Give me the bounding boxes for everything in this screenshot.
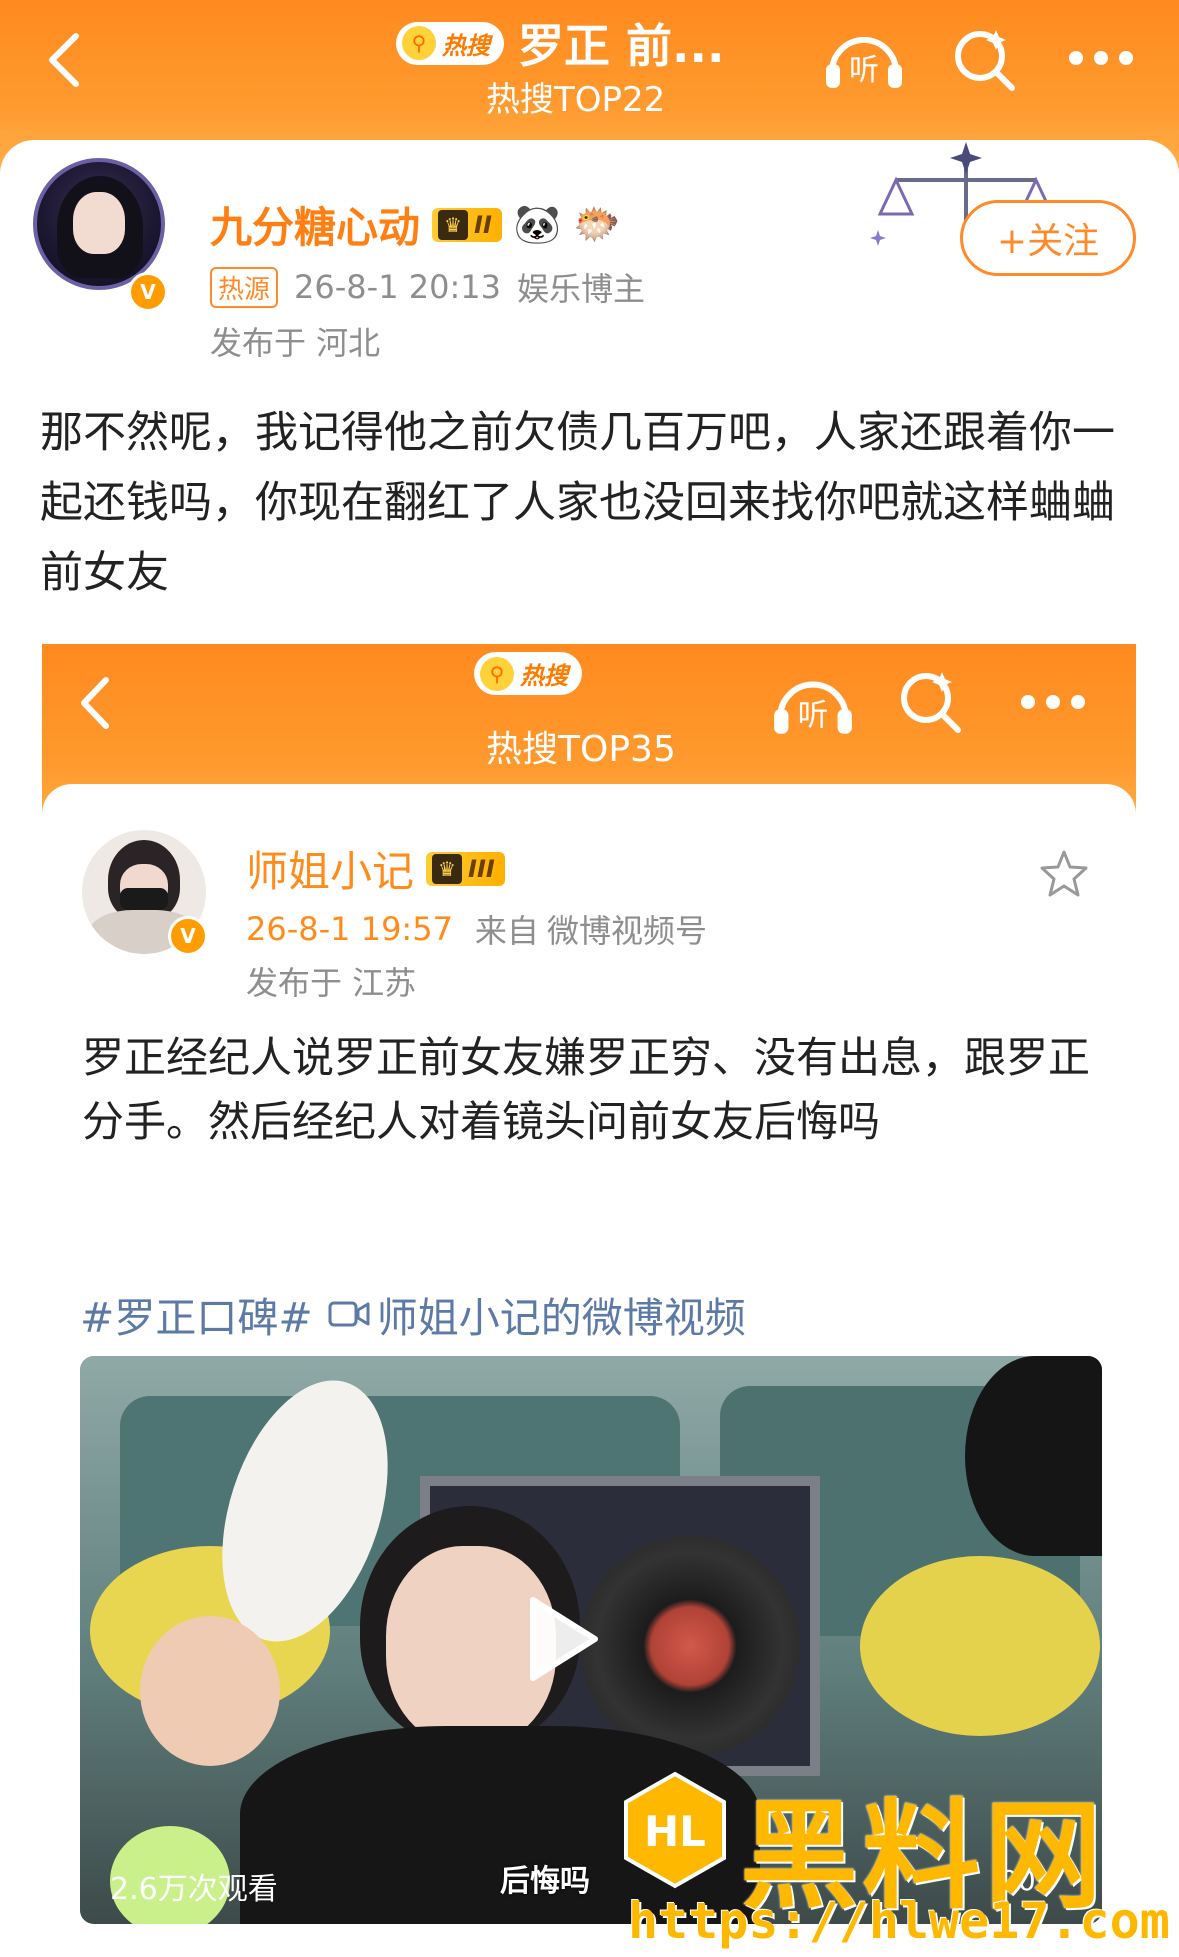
hot-rank-subtitle: 热搜TOP35 bbox=[486, 729, 676, 770]
hot-search-badge[interactable]: ⚲ 热搜 bbox=[396, 21, 504, 65]
hot-search-badge[interactable]: ⚲ 热搜 bbox=[474, 652, 582, 695]
page-title: 罗正 前... bbox=[518, 19, 725, 73]
listen-icon[interactable]: 听 bbox=[822, 20, 906, 94]
search-icon: ⚲ bbox=[402, 26, 436, 60]
video-caption: 后悔吗 bbox=[500, 1864, 590, 1899]
video-camera-icon bbox=[328, 1301, 370, 1327]
more-icon[interactable] bbox=[1066, 48, 1136, 68]
play-icon[interactable] bbox=[521, 1594, 601, 1684]
back-icon[interactable] bbox=[72, 674, 122, 732]
watermark-url: https://hlwe17.com bbox=[628, 1892, 1170, 1950]
post-meta-row: 26-8-1 19:57 来自 微博视频号 bbox=[246, 906, 707, 952]
brand-logo-icon: HL bbox=[624, 1771, 726, 1889]
post-location: 发布于 江苏 bbox=[246, 964, 417, 1002]
vip-level-badge: ♛ II bbox=[432, 207, 502, 242]
star-icon[interactable] bbox=[1038, 848, 1090, 900]
panda-icon: 🐼 bbox=[513, 202, 562, 246]
svg-text:HL: HL bbox=[644, 1807, 706, 1856]
verified-badge-icon: V bbox=[128, 272, 168, 312]
post-source[interactable]: 微博视频号 bbox=[547, 906, 707, 952]
crown-icon: ♛ bbox=[438, 209, 469, 240]
username[interactable]: 师姐小记 bbox=[246, 838, 414, 899]
author-category: 娱乐博主 bbox=[516, 270, 645, 308]
post-text: 罗正经纪人说罗正前女友嫌罗正穷、没有出息，跟罗正分手。然后经纪人对着镜头问前女友… bbox=[82, 1033, 1091, 1146]
source-prefix: 来自 bbox=[474, 912, 539, 950]
vip-level-badge: ♛ III bbox=[426, 851, 505, 886]
author-row: 师姐小记 ♛ III bbox=[246, 838, 505, 899]
source-tag: 热源 bbox=[210, 266, 279, 308]
search-icon[interactable] bbox=[952, 26, 1018, 92]
search-icon: ⚲ bbox=[480, 656, 514, 691]
person-hand bbox=[140, 1616, 280, 1766]
avatar-mask bbox=[120, 888, 168, 910]
post-meta-row: 热源 26-8-1 20:13 娱乐博主 bbox=[210, 264, 645, 310]
fish-icon: 🐡 bbox=[573, 202, 621, 246]
post-time: 26-8-1 19:57 bbox=[246, 910, 453, 948]
second-person bbox=[965, 1356, 1102, 1556]
post-location: 发布于 河北 bbox=[210, 324, 381, 362]
listen-icon[interactable]: 听 bbox=[770, 664, 856, 740]
username[interactable]: 九分糖心动 bbox=[210, 194, 420, 255]
avatar[interactable] bbox=[33, 158, 165, 290]
yellow-pillow bbox=[860, 1556, 1100, 1736]
svg-text:听: 听 bbox=[849, 53, 879, 88]
verified-badge-icon: V bbox=[168, 916, 208, 956]
more-icon[interactable] bbox=[1018, 692, 1088, 712]
topic-row: #罗正口碑# 师姐小记的微博视频 bbox=[80, 1284, 746, 1344]
search-icon[interactable] bbox=[898, 668, 964, 734]
post-text: 那不然呢，我记得他之前欠债几百万吧，人家还跟着你一起还钱吗，你现在翻红了人家也没… bbox=[40, 408, 1115, 598]
author-row: 九分糖心动 ♛ II 🐼 🐡 bbox=[210, 194, 621, 255]
svg-text:听: 听 bbox=[798, 698, 829, 734]
avatar-face bbox=[73, 192, 125, 254]
view-count: 2.6万次观看 bbox=[110, 1872, 278, 1907]
vinyl-record bbox=[580, 1536, 800, 1756]
header-title-row: ⚲ 热搜 罗正 前... bbox=[396, 10, 724, 76]
video-link[interactable]: 师姐小记的微博视频 bbox=[327, 1284, 746, 1344]
crown-icon: ♛ bbox=[432, 853, 463, 884]
hashtag-link[interactable]: #罗正口碑# bbox=[80, 1284, 313, 1344]
back-icon[interactable] bbox=[38, 30, 98, 90]
follow-button[interactable]: +关注 bbox=[960, 200, 1136, 276]
post-time: 26-8-1 20:13 bbox=[294, 268, 501, 306]
hot-rank-subtitle: 热搜TOP22 bbox=[486, 80, 666, 120]
